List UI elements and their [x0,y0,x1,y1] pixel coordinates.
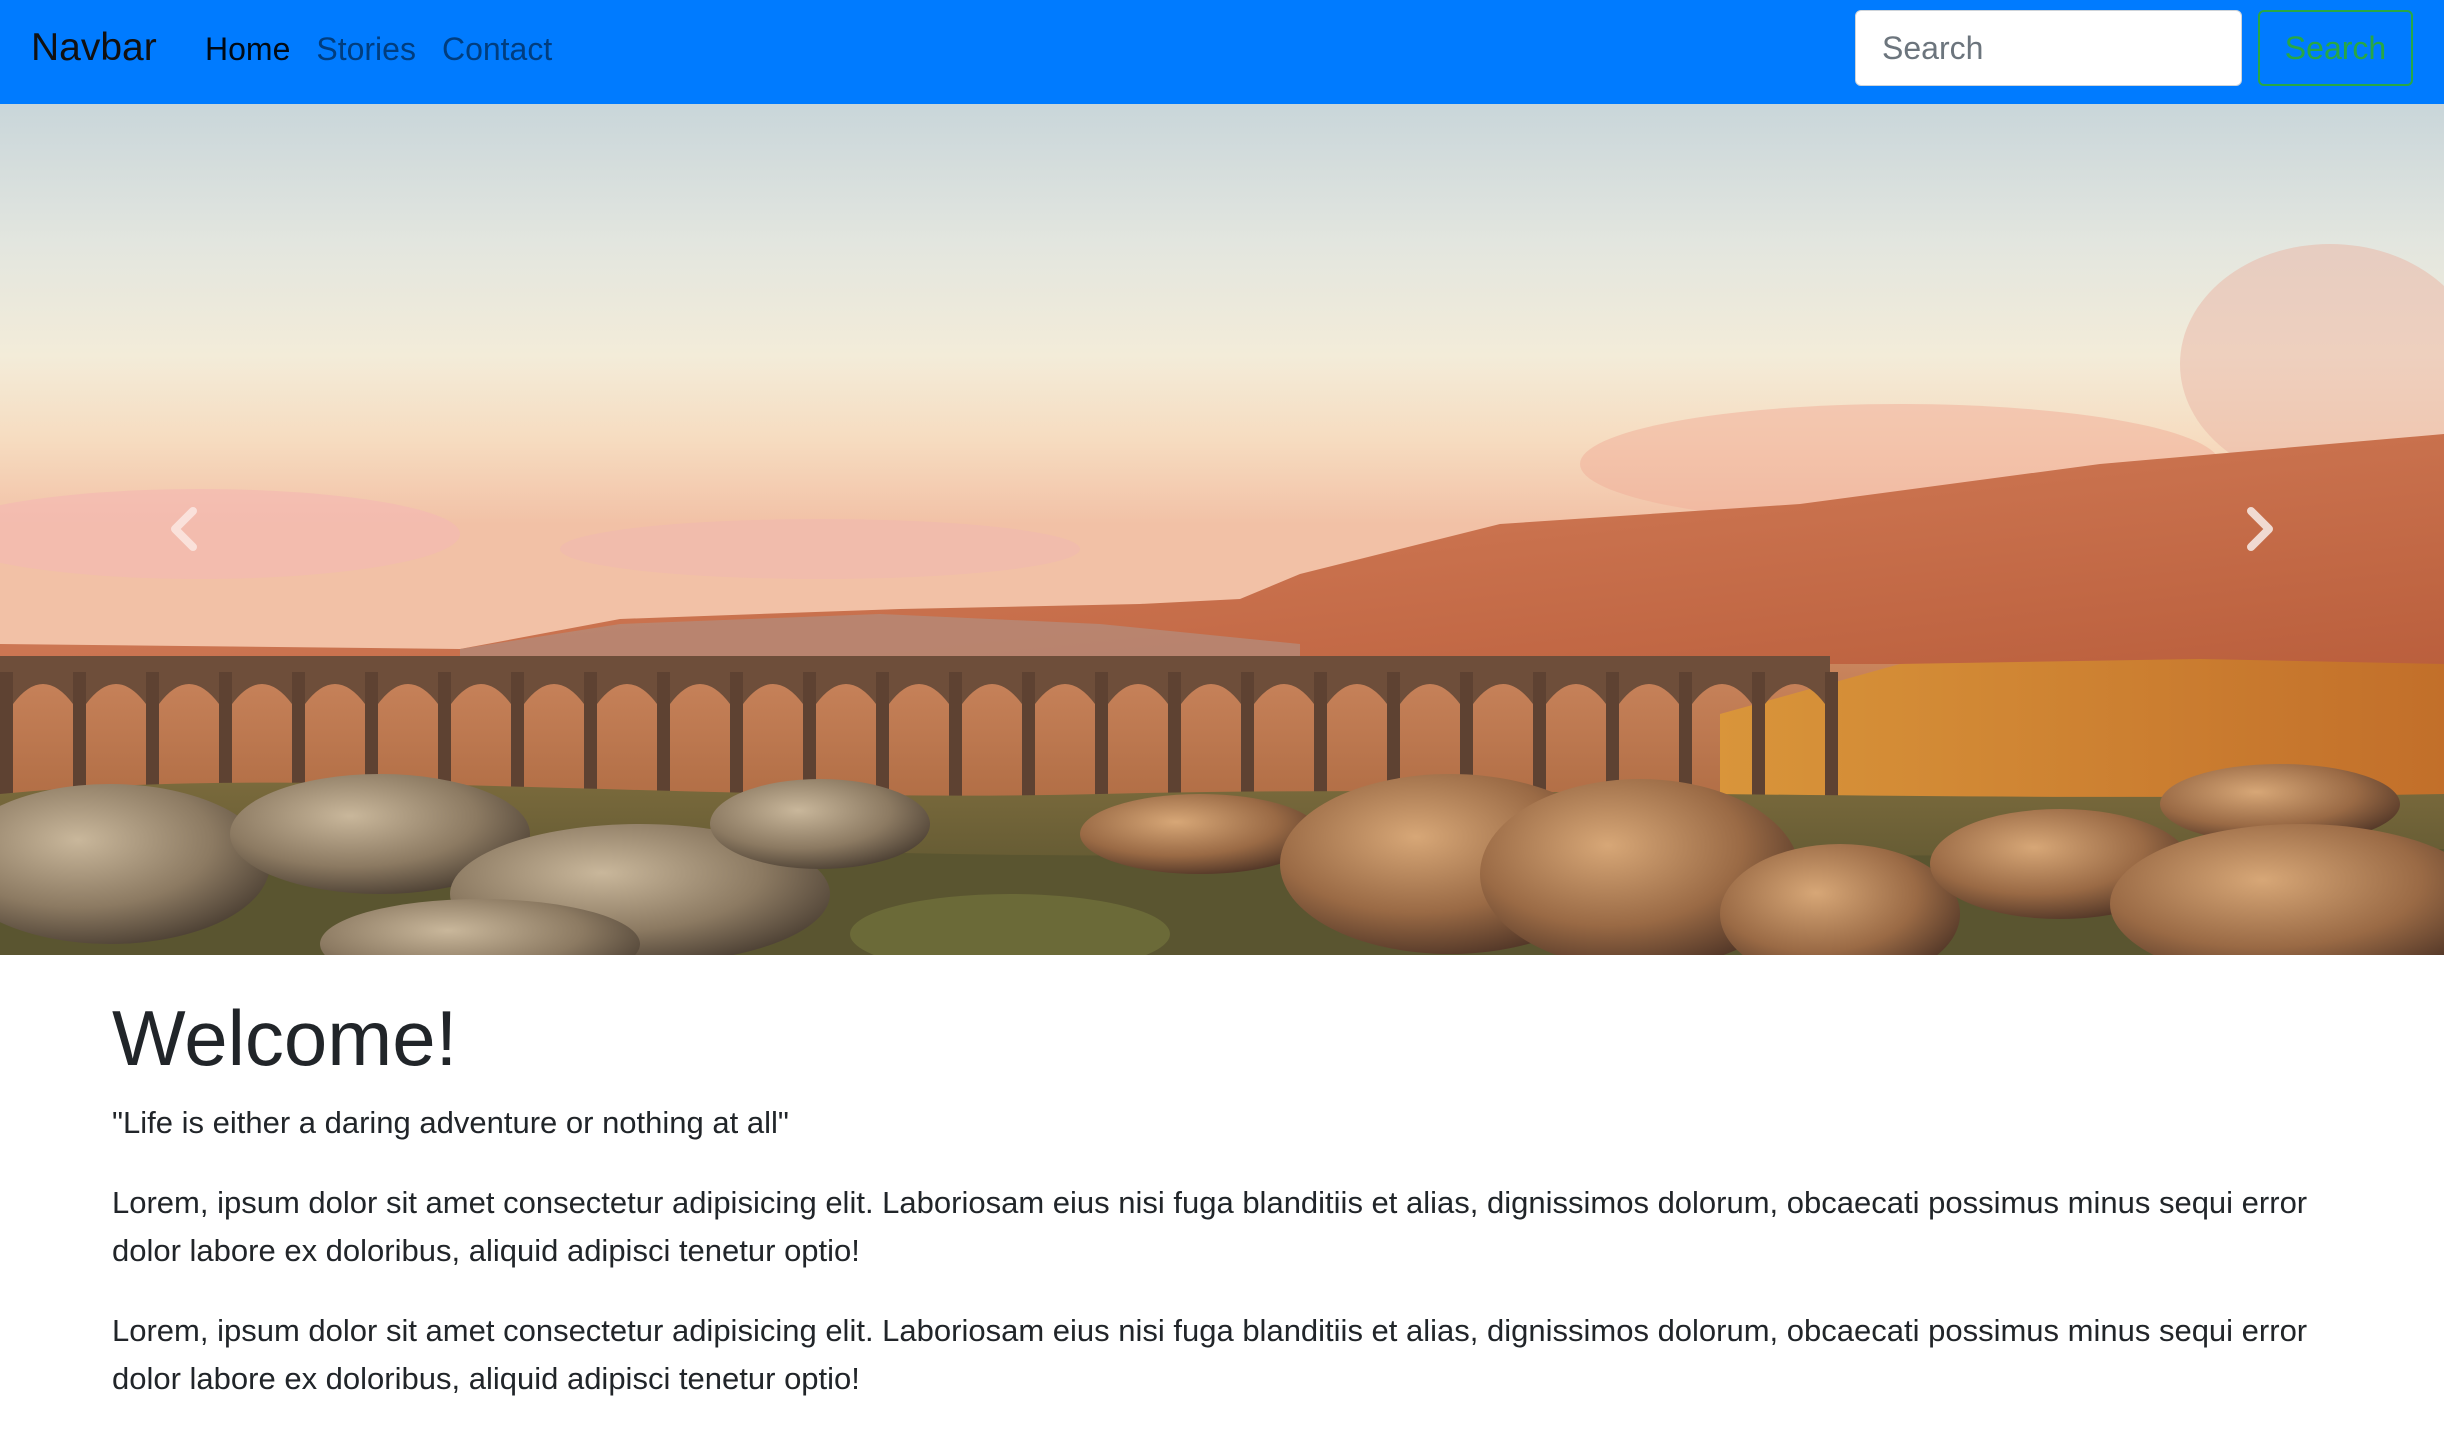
hero-image [0,104,2444,955]
carousel-prev-button[interactable] [154,499,214,559]
search-button[interactable]: Search [2258,10,2413,86]
quote-text: "Life is either a daring adventure or no… [112,1105,789,1140]
page-title: Welcome! [112,994,458,1082]
nav-links: Home Stories Contact [205,27,578,71]
main-content: Welcome! "Life is either a daring advent… [112,990,2342,1435]
nav-link-home[interactable]: Home [205,27,290,71]
paragraph: Lorem, ipsum dolor sit amet consectetur … [112,1185,2308,1268]
navbar-brand[interactable]: Navbar [31,24,157,72]
chevron-right-icon [2247,507,2273,551]
nav-link-stories[interactable]: Stories [316,27,416,71]
navbar: Navbar Home Stories Contact Search [0,0,2444,104]
carousel-next-button[interactable] [2230,499,2290,559]
hero-carousel [0,104,2444,955]
nav-link-contact[interactable]: Contact [442,27,552,71]
paragraph: Lorem, ipsum dolor sit amet consectetur … [112,1313,2308,1396]
search-input[interactable] [1855,10,2242,86]
chevron-left-icon [171,507,197,551]
